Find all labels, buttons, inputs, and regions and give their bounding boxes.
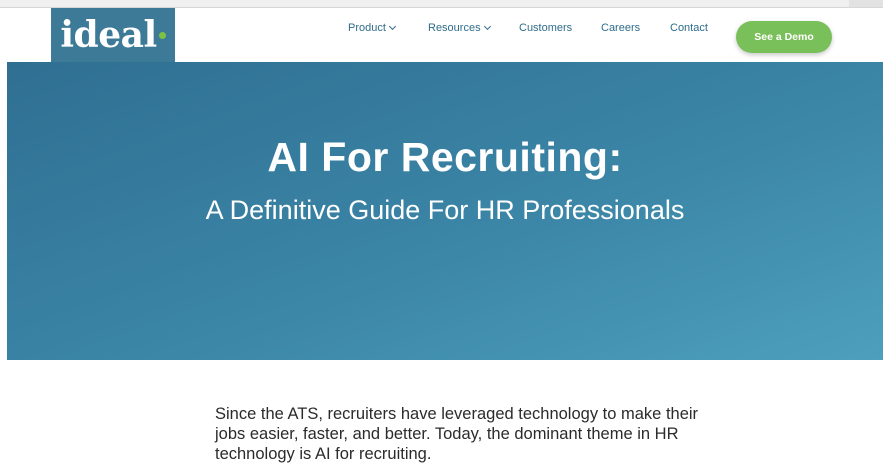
browser-top-edge [0, 0, 883, 8]
intro-paragraph: Since the ATS, recruiters have leveraged… [215, 405, 699, 463]
nav-item-careers[interactable]: Careers [601, 22, 640, 34]
nav-item-label: Product [348, 22, 386, 34]
page-title: AI For Recruiting: [267, 134, 623, 180]
nav-item-customers[interactable]: Customers [519, 22, 572, 34]
main-nav: Product Resources Customers Careers Cont… [0, 8, 883, 62]
nav-item-resources[interactable]: Resources [428, 22, 491, 34]
nav-item-label: Contact [670, 22, 708, 34]
see-a-demo-button[interactable]: See a Demo [736, 21, 832, 53]
nav-item-label: Resources [428, 22, 481, 34]
chevron-down-icon [483, 22, 491, 31]
nav-item-label: Customers [519, 22, 573, 34]
nav-item-label: Careers [601, 22, 641, 34]
chevron-down-icon [388, 22, 396, 31]
nav-item-product[interactable]: Product [348, 22, 396, 34]
page-subtitle: A Definitive Guide For HR Professionals [205, 195, 685, 225]
hero-banner: AI For Recruiting: A Definitive Guide Fo… [7, 62, 883, 360]
nav-item-contact[interactable]: Contact [670, 22, 708, 34]
scrollbar-corner [849, 0, 883, 7]
